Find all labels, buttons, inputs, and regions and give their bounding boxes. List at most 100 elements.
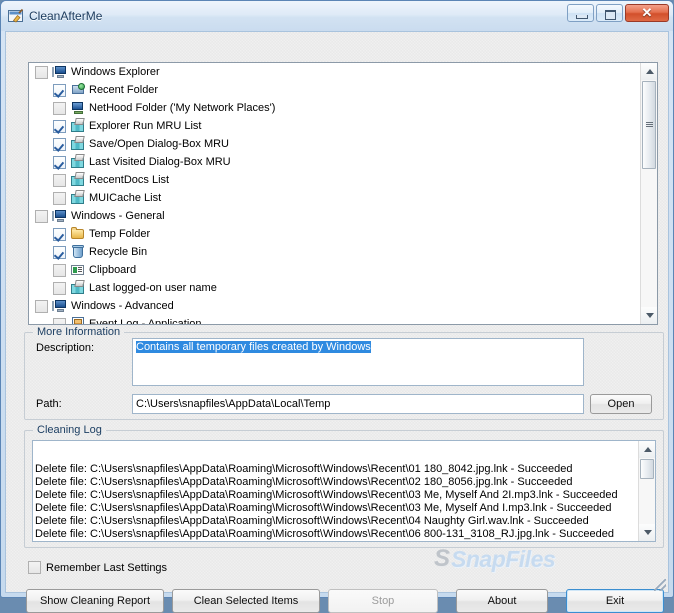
tree-checkbox-unchecked[interactable] [53,102,66,115]
tree-checkbox-unchecked[interactable] [35,66,48,79]
path-label: Path: [36,398,62,410]
log-lines: Delete file: C:\Users\snapfiles\AppData\… [35,463,637,541]
tree-row-label: MUICache List [89,192,161,204]
close-button[interactable]: ✕ [625,4,669,22]
computer-icon [52,64,68,80]
exit-button[interactable]: Exit [566,589,664,613]
nethood-icon [70,100,86,116]
tree-row-label: Windows - General [71,210,165,222]
tree-row-label: Temp Folder [89,228,150,240]
log-scrollbar[interactable] [638,441,655,541]
tree-row-label: Last Visited Dialog-Box MRU [89,156,231,168]
tree-row[interactable]: Last Visited Dialog-Box MRU [29,153,641,171]
remember-last-settings-checkbox[interactable]: Remember Last Settings [28,561,167,574]
tree-row[interactable]: Recent Folder [29,81,641,99]
open-button[interactable]: Open [590,394,652,414]
log-scroll-up-icon[interactable] [639,441,656,458]
scroll-grip-icon [646,122,653,128]
tree-row[interactable]: Windows - General [29,207,641,225]
tree-row[interactable]: Temp Folder [29,225,641,243]
registry-icon [70,118,86,134]
tree-row-label: Windows - Advanced [71,300,174,312]
window-title: CleanAfterMe [29,9,102,23]
tree-checkbox-unchecked[interactable] [35,300,48,313]
cleaning-log-output[interactable]: Delete file: C:\Users\snapfiles\AppData\… [32,440,656,542]
tree-checkbox-checked[interactable] [53,138,66,151]
remember-last-settings-label: Remember Last Settings [46,562,167,574]
description-label: Description: [36,342,94,354]
stop-button: Stop [328,589,438,613]
more-information-title: More Information [33,326,124,338]
tree-row[interactable]: Save/Open Dialog-Box MRU [29,135,641,153]
computer-icon [52,208,68,224]
cleaning-log-title: Cleaning Log [33,424,106,436]
tree-row[interactable]: Event Log - Application [29,315,641,325]
registry-icon [70,280,86,296]
tree-checkbox-unchecked[interactable] [53,174,66,187]
about-button[interactable]: About [456,589,548,613]
tree-checkbox-checked[interactable] [53,84,66,97]
snapfiles-watermark: S SnapFiles [434,544,656,574]
log-line: Delete file: C:\Users\snapfiles\AppData\… [35,528,637,541]
registry-icon [70,190,86,206]
tree-row[interactable]: Explorer Run MRU List [29,117,641,135]
tree-row-label: Event Log - Application [89,318,202,325]
computer-stand-icon [52,211,54,221]
tree-row[interactable]: Last logged-on user name [29,279,641,297]
tree-row[interactable]: Windows - Advanced [29,297,641,315]
caption-buttons: ✕ [567,4,669,22]
minimize-button[interactable] [567,4,594,22]
snapfiles-logo-icon: S [434,545,448,573]
show-cleaning-report-button[interactable]: Show Cleaning Report [26,589,164,613]
description-textarea[interactable]: Contains all temporary files created by … [132,338,584,386]
tree-row[interactable]: Recycle Bin [29,243,641,261]
scroll-up-icon[interactable] [641,63,658,80]
tree-checkbox-unchecked[interactable] [53,318,66,326]
tree-scrollbar[interactable] [640,63,657,324]
log-line: Delete file: C:\Users\snapfiles\AppData\… [35,489,637,502]
app-broom-icon [8,8,24,24]
tree-checkbox-unchecked[interactable] [53,192,66,205]
tree-row-label: Recycle Bin [89,246,147,258]
recycle-bin-icon [70,244,86,260]
snapfiles-wordmark: SnapFiles [451,546,555,573]
tree-checkbox-checked[interactable] [53,246,66,259]
tree-checkbox-checked[interactable] [53,156,66,169]
log-scroll-down-icon[interactable] [639,524,656,541]
registry-icon [70,136,86,152]
clean-selected-items-button[interactable]: Clean Selected Items [172,589,320,613]
tree-row[interactable]: NetHood Folder ('My Network Places') [29,99,641,117]
log-scroll-thumb[interactable] [640,459,654,479]
computer-stand-icon [52,67,54,77]
tree-row-label: Recent Folder [89,84,158,96]
tree-checkbox-checked[interactable] [53,120,66,133]
folder-icon [70,226,86,242]
log-line: Delete file: C:\Users\snapfiles\AppData\… [35,502,637,515]
tree-checkbox-unchecked[interactable] [53,282,66,295]
path-input[interactable]: C:\Users\snapfiles\AppData\Local\Temp [132,394,584,414]
minimize-icon [576,15,588,19]
tree-checkbox-checked[interactable] [53,228,66,241]
tree-row[interactable]: Clipboard [29,261,641,279]
tree-row[interactable]: RecentDocs List [29,171,641,189]
tree-row-label: NetHood Folder ('My Network Places') [89,102,275,114]
clipboard-icon [70,262,86,278]
resize-grip-icon[interactable] [654,579,666,591]
maximize-button[interactable] [596,4,623,22]
tree-row-label: Save/Open Dialog-Box MRU [89,138,229,150]
computer-stand-icon [52,301,54,311]
cleanup-items-tree[interactable]: Windows Explorer Recent Folder NetHood Fol… [28,62,658,325]
tree-row[interactable]: Windows Explorer [29,63,641,81]
event-log-icon [70,316,86,325]
computer-icon [52,298,68,314]
tree-checkbox-unchecked[interactable] [35,210,48,223]
tree-row-label: RecentDocs List [89,174,169,186]
title-bar[interactable]: CleanAfterMe ✕ [1,1,673,31]
tree-scroll-thumb[interactable] [642,81,656,169]
app-window: CleanAfterMe ✕ Windows Explorer Recent Fo… [0,0,674,598]
tree-row[interactable]: MUICache List [29,189,641,207]
log-line: Delete file: C:\Users\snapfiles\AppData\… [35,476,637,489]
scroll-down-icon[interactable] [641,307,658,324]
tree-rows: Windows Explorer Recent Folder NetHood Fol… [29,63,641,325]
tree-checkbox-unchecked[interactable] [53,264,66,277]
